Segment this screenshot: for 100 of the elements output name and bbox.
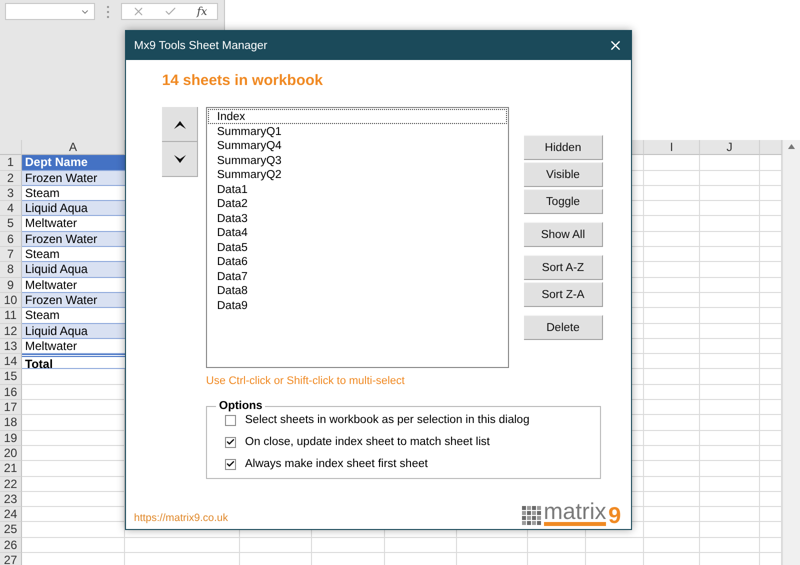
- empty-cell[interactable]: [644, 384, 700, 400]
- sheet-list-item[interactable]: Data2: [208, 196, 507, 210]
- empty-cell[interactable]: [644, 216, 700, 232]
- hint-text: Use Ctrl-click or Shift-click to multi-select: [206, 375, 406, 387]
- action-button[interactable]: Sort Z-A: [524, 282, 603, 307]
- empty-cell[interactable]: [644, 232, 700, 248]
- empty-cell[interactable]: [700, 170, 760, 186]
- checkbox[interactable]: [225, 414, 236, 426]
- empty-cell[interactable]: [644, 170, 700, 186]
- empty-cell[interactable]: [700, 538, 760, 554]
- empty-cell[interactable]: [528, 538, 586, 554]
- empty-cell[interactable]: [644, 476, 700, 492]
- table-cell: Steam: [22, 247, 125, 262]
- empty-cell[interactable]: [700, 415, 760, 431]
- empty-cell[interactable]: [700, 201, 760, 216]
- empty-cell[interactable]: [644, 262, 700, 278]
- sheet-list-item[interactable]: Data7: [208, 268, 507, 283]
- column-header[interactable]: [760, 140, 782, 156]
- empty-cell[interactable]: [644, 400, 700, 416]
- empty-cell[interactable]: [700, 308, 760, 324]
- sheet-list-item[interactable]: Data3: [208, 210, 507, 225]
- empty-cell[interactable]: [644, 507, 700, 522]
- sheet-list-item[interactable]: Data6: [208, 254, 507, 268]
- sheet-list-item[interactable]: Index: [208, 109, 507, 124]
- empty-cell[interactable]: [700, 262, 760, 278]
- empty-cell[interactable]: [644, 247, 700, 262]
- sheet-list-item[interactable]: SummaryQ1: [208, 124, 507, 138]
- sheet-list-item[interactable]: Data9: [208, 298, 507, 312]
- empty-cell[interactable]: [700, 278, 760, 293]
- action-button[interactable]: Visible: [524, 162, 603, 187]
- scroll-up-icon[interactable]: [788, 144, 795, 149]
- empty-cell[interactable]: [700, 384, 760, 400]
- empty-cell[interactable]: [700, 216, 760, 232]
- empty-cell[interactable]: [644, 492, 700, 508]
- empty-cell[interactable]: [700, 292, 760, 308]
- empty-cell[interactable]: [700, 354, 760, 370]
- checkbox[interactable]: [225, 458, 236, 470]
- action-button[interactable]: Show All: [524, 222, 603, 247]
- sheet-list-item[interactable]: Data4: [208, 225, 507, 240]
- empty-cell[interactable]: [700, 400, 760, 416]
- empty-cell[interactable]: [700, 324, 760, 339]
- move-up-button[interactable]: [162, 107, 198, 142]
- empty-cell[interactable]: [644, 278, 700, 293]
- empty-cell[interactable]: [644, 186, 700, 202]
- empty-cell[interactable]: [644, 155, 700, 171]
- empty-cell[interactable]: [700, 369, 760, 385]
- empty-cell[interactable]: [644, 446, 700, 462]
- empty-cell[interactable]: [700, 186, 760, 202]
- empty-cell[interactable]: [644, 538, 700, 554]
- empty-cell[interactable]: [644, 461, 700, 477]
- insert-function-button[interactable]: fx: [196, 5, 208, 18]
- sheet-list-item[interactable]: SummaryQ2: [208, 167, 507, 182]
- table-cell: Steam: [22, 308, 125, 324]
- empty-cell[interactable]: [700, 461, 760, 477]
- sheet-list-item[interactable]: Data8: [208, 283, 507, 298]
- empty-cell[interactable]: [700, 507, 760, 522]
- empty-cell[interactable]: [700, 232, 760, 248]
- empty-cell[interactable]: [700, 430, 760, 446]
- empty-cell[interactable]: [644, 308, 700, 324]
- cancel-icon[interactable]: [132, 5, 145, 18]
- empty-cell[interactable]: [385, 538, 457, 554]
- select-all-corner[interactable]: [0, 140, 22, 156]
- empty-cell[interactable]: [586, 538, 644, 554]
- empty-cell[interactable]: [700, 155, 760, 171]
- empty-cell[interactable]: [700, 247, 760, 262]
- action-button[interactable]: Hidden: [524, 135, 603, 160]
- empty-cell[interactable]: [457, 538, 528, 554]
- close-button[interactable]: [608, 38, 623, 53]
- sheet-list[interactable]: Index SummaryQ1 SummaryQ4 SummaryQ3 SummaryQ2 Data1 Data2 Data3 Data4 Data5 Data6 Data7 Data8 Data9: [206, 107, 509, 368]
- sheet-list-item[interactable]: SummaryQ3: [208, 152, 507, 167]
- empty-cell[interactable]: [700, 446, 760, 462]
- checkbox[interactable]: [225, 436, 236, 448]
- action-button[interactable]: Sort A-Z: [524, 255, 603, 280]
- empty-cell[interactable]: [700, 338, 760, 354]
- column-header[interactable]: J: [700, 140, 760, 156]
- empty-cell[interactable]: [644, 522, 700, 538]
- column-header[interactable]: I: [644, 140, 700, 156]
- empty-cell[interactable]: [700, 476, 760, 492]
- sheet-list-item[interactable]: SummaryQ4: [208, 138, 507, 152]
- row-number: 23: [0, 492, 22, 508]
- empty-cell[interactable]: [644, 369, 700, 385]
- empty-cell[interactable]: [644, 201, 700, 216]
- scrollbar[interactable]: [782, 140, 800, 565]
- column-header[interactable]: A: [22, 140, 125, 156]
- sheet-list-item[interactable]: Data1: [208, 182, 507, 196]
- empty-cell[interactable]: [125, 538, 240, 554]
- empty-cell[interactable]: [644, 292, 700, 308]
- empty-cell[interactable]: [312, 538, 385, 554]
- empty-cell[interactable]: [644, 338, 700, 354]
- move-down-button[interactable]: [162, 142, 198, 177]
- empty-cell[interactable]: [700, 492, 760, 508]
- empty-cell[interactable]: [644, 415, 700, 431]
- empty-cell[interactable]: [644, 324, 700, 339]
- empty-cell[interactable]: [700, 522, 760, 538]
- sheet-list-item[interactable]: Data5: [208, 240, 507, 254]
- empty-cell[interactable]: [644, 354, 700, 370]
- action-button[interactable]: Delete: [524, 315, 603, 340]
- empty-cell[interactable]: [240, 538, 312, 554]
- empty-cell[interactable]: [644, 430, 700, 446]
- action-button[interactable]: Toggle: [524, 189, 603, 214]
